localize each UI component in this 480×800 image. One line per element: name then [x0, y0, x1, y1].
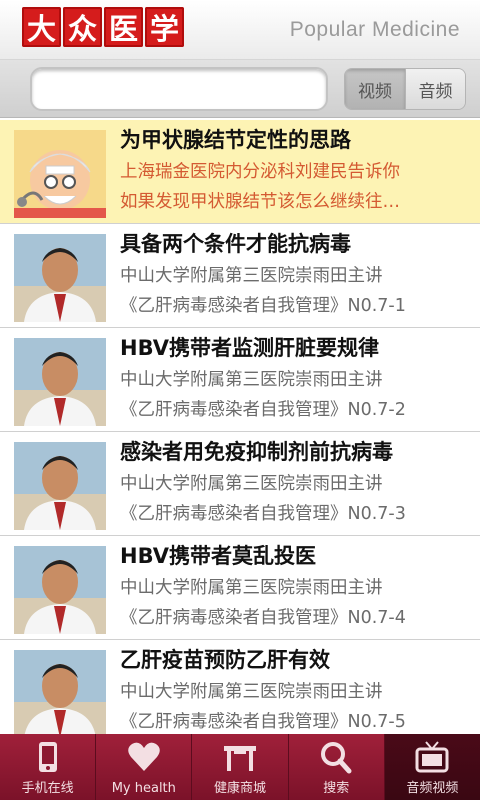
item-title: 为甲状腺结节定性的思路 — [120, 128, 351, 152]
list-item[interactable]: HBV携带者监测肝脏要规律 中山大学附属第三医院崇雨田主讲 《乙肝病毒感染者自我… — [0, 328, 480, 432]
media-list: 为甲状腺结节定性的思路 上海瑞金医院内分泌科刘建民告诉你 如果发现甲状腺结节该怎… — [0, 120, 480, 734]
nav-audio-video[interactable]: 音频视频 — [384, 734, 480, 800]
item-subtitle: 上海瑞金医院内分泌科刘建民告诉你 — [120, 162, 400, 182]
app-header: 大 众 医 学 Popular Medicine — [0, 0, 480, 60]
item-title: 具备两个条件才能抗病毒 — [120, 232, 351, 256]
item-subtitle: 中山大学附属第三医院崇雨田主讲 — [120, 474, 383, 494]
list-item[interactable]: 具备两个条件才能抗病毒 中山大学附属第三医院崇雨田主讲 《乙肝病毒感染者自我管理… — [0, 224, 480, 328]
doctor-photo — [14, 338, 106, 426]
nav-search[interactable]: 搜索 — [289, 734, 385, 800]
item-subtitle: 中山大学附属第三医院崇雨田主讲 — [120, 266, 383, 286]
item-description: 如果发现甲状腺结节该怎么继续往… — [120, 192, 400, 212]
heart-icon — [126, 740, 162, 774]
audio-toggle-button[interactable]: 音频 — [405, 69, 465, 109]
phone-icon — [30, 740, 66, 774]
search-icon — [318, 740, 354, 774]
logo-char: 众 — [63, 7, 102, 47]
doctor-photo — [14, 442, 106, 530]
list-item[interactable]: HBV携带者莫乱投医 中山大学附属第三医院崇雨田主讲 《乙肝病毒感染者自我管理》… — [0, 536, 480, 640]
nav-label: 搜索 — [323, 781, 350, 796]
search-bar: 视频 音频 — [0, 60, 480, 118]
list-item[interactable]: 乙肝疫苗预防乙肝有效 中山大学附属第三医院崇雨田主讲 《乙肝病毒感染者自我管理》… — [0, 640, 480, 734]
nav-health-store[interactable]: 健康商城 — [192, 734, 289, 800]
item-subtitle: 中山大学附属第三医院崇雨田主讲 — [120, 578, 383, 598]
nav-label: 音频视频 — [406, 781, 459, 796]
doctor-photo — [14, 546, 106, 634]
store-icon — [222, 740, 258, 774]
nav-label: 手机在线 — [21, 781, 74, 796]
doctor-photo — [14, 650, 106, 734]
item-subtitle: 中山大学附属第三医院崇雨田主讲 — [120, 370, 383, 390]
item-description: 《乙肝病毒感染者自我管理》N0.7-3 — [120, 504, 406, 524]
doctor-cartoon-icon — [14, 130, 106, 218]
item-description: 《乙肝病毒感染者自我管理》N0.7-2 — [120, 400, 406, 420]
nav-label: My health — [111, 781, 176, 796]
video-toggle-button[interactable]: 视频 — [345, 69, 405, 109]
nav-my-health[interactable]: My health — [96, 734, 193, 800]
list-item[interactable]: 感染者用免疫抑制剂前抗病毒 中山大学附属第三医院崇雨田主讲 《乙肝病毒感染者自我… — [0, 432, 480, 536]
item-description: 《乙肝病毒感染者自我管理》N0.7-1 — [120, 296, 406, 316]
nav-mobile-online[interactable]: 手机在线 — [0, 734, 97, 800]
logo-char: 学 — [145, 7, 184, 47]
logo-char: 大 — [22, 7, 61, 47]
item-title: 感染者用免疫抑制剂前抗病毒 — [120, 440, 393, 464]
item-title: HBV携带者监测肝脏要规律 — [120, 336, 379, 360]
tv-icon — [414, 740, 450, 774]
logo-char: 医 — [104, 7, 143, 47]
item-description: 《乙肝病毒感染者自我管理》N0.7-5 — [120, 712, 406, 732]
item-title: HBV携带者莫乱投医 — [120, 544, 316, 568]
search-input[interactable] — [30, 67, 328, 111]
brand-name: Popular Medicine — [289, 18, 460, 41]
nav-label: 健康商城 — [214, 781, 267, 796]
app-logo: 大 众 医 学 — [22, 7, 184, 47]
bottom-nav: 手机在线 My health 健康商城 搜索 音频视频 — [0, 734, 480, 800]
list-item[interactable]: 为甲状腺结节定性的思路 上海瑞金医院内分泌科刘建民告诉你 如果发现甲状腺结节该怎… — [0, 120, 480, 224]
item-title: 乙肝疫苗预防乙肝有效 — [120, 648, 330, 672]
item-subtitle: 中山大学附属第三医院崇雨田主讲 — [120, 682, 383, 702]
item-description: 《乙肝病毒感染者自我管理》N0.7-4 — [120, 608, 406, 628]
media-type-toggle: 视频 音频 — [344, 68, 466, 110]
doctor-photo — [14, 234, 106, 322]
